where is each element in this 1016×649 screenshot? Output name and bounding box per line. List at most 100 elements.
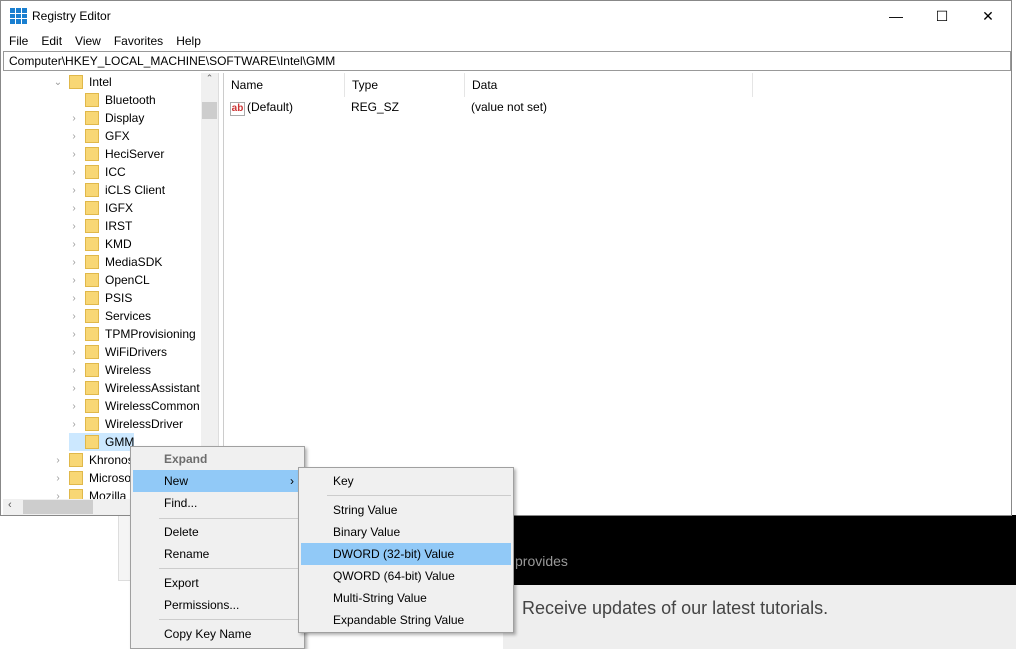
chevron-right-icon[interactable]: › <box>69 311 79 322</box>
scroll-thumb[interactable] <box>202 102 217 119</box>
tree-item[interactable]: › WirelessAssistant <box>69 379 200 397</box>
scroll-thumb[interactable] <box>23 500 93 514</box>
tree-item[interactable]: ⌄ Intel <box>53 73 112 91</box>
tree-item-label: iCLS Client <box>105 183 166 197</box>
chevron-right-icon[interactable]: › <box>69 347 79 358</box>
chevron-right-icon[interactable]: › <box>69 167 79 178</box>
chevron-right-icon[interactable]: › <box>69 113 79 124</box>
menu-help[interactable]: Help <box>176 34 201 48</box>
registry-icon <box>10 8 27 24</box>
menu-edit[interactable]: Edit <box>41 34 62 48</box>
folder-icon <box>85 435 99 449</box>
folder-icon <box>85 147 99 161</box>
tree-item[interactable]: › WirelessCommon <box>69 397 200 415</box>
chevron-right-icon[interactable]: › <box>69 365 79 376</box>
tree-item-label: Intel <box>89 75 112 89</box>
tree-item[interactable]: › Services <box>69 307 151 325</box>
tree-item[interactable]: › MediaSDK <box>69 253 162 271</box>
menu-item-rename[interactable]: Rename <box>131 543 209 565</box>
tree-item[interactable]: › iCLS Client <box>69 181 165 199</box>
tree-item[interactable]: Bluetooth <box>69 91 156 109</box>
folder-icon <box>85 219 99 233</box>
close-button[interactable]: ✕ <box>965 1 1011 31</box>
tree-item[interactable]: › WirelessDriver <box>69 415 183 433</box>
menu-item-find[interactable]: Find... <box>131 492 197 514</box>
tree-item[interactable]: › OpenCL <box>69 271 150 289</box>
column-header-name[interactable]: Name <box>224 73 345 97</box>
address-bar[interactable]: Computer\HKEY_LOCAL_MACHINE\SOFTWARE\Int… <box>3 51 1011 71</box>
menu-favorites[interactable]: Favorites <box>114 34 163 48</box>
tree-item[interactable]: › PSIS <box>69 289 132 307</box>
submenu-item-dword-value[interactable]: DWORD (32-bit) Value <box>301 543 511 565</box>
tree-item[interactable]: › TPMProvisioning <box>69 325 196 343</box>
folder-icon <box>85 129 99 143</box>
tree-item-label: Services <box>105 309 152 323</box>
tree-item[interactable]: › KMD <box>69 235 132 253</box>
submenu-item-qword-value[interactable]: QWORD (64-bit) Value <box>299 565 455 587</box>
chevron-right-icon[interactable]: › <box>69 131 79 142</box>
chevron-right-icon[interactable]: › <box>69 401 79 412</box>
minimize-button[interactable]: — <box>873 1 919 31</box>
submenu-item-binary-value[interactable]: Binary Value <box>299 521 400 543</box>
chevron-right-icon[interactable]: › <box>69 149 79 160</box>
chevron-right-icon[interactable]: › <box>69 257 79 268</box>
folder-icon <box>69 471 83 485</box>
chevron-right-icon[interactable]: › <box>53 473 63 484</box>
tree-item-label: IRST <box>105 219 133 233</box>
menu-bar: File Edit View Favorites Help <box>1 31 1011 50</box>
tree-item-label: KMD <box>105 237 132 251</box>
chevron-right-icon[interactable]: › <box>69 275 79 286</box>
menu-item-export[interactable]: Export <box>131 572 199 594</box>
tree-item-label: Display <box>105 111 145 125</box>
submenu-item-expandable-string-value[interactable]: Expandable String Value <box>299 609 464 631</box>
context-menu: Expand New › Find... Delete Rename Export… <box>130 446 305 649</box>
tree-item[interactable]: › Wireless <box>69 361 151 379</box>
chevron-right-icon[interactable]: › <box>69 185 79 196</box>
menu-item-new[interactable]: New › <box>133 470 302 492</box>
tree-item-label: GFX <box>105 129 130 143</box>
vertical-scrollbar[interactable]: ⌃ <box>201 73 218 499</box>
chevron-right-icon[interactable]: › <box>69 239 79 250</box>
tree-item[interactable]: › GFX <box>69 127 130 145</box>
chevron-right-icon[interactable]: › <box>69 221 79 232</box>
value-row-name[interactable]: ab (Default) <box>230 100 293 116</box>
menu-item-expand[interactable]: Expand <box>131 448 304 470</box>
menu-file[interactable]: File <box>9 34 28 48</box>
tree-item-label: HeciServer <box>105 147 165 161</box>
submenu-item-key[interactable]: Key <box>299 470 354 492</box>
tree-item[interactable]: › Display <box>69 109 144 127</box>
tree-item-label: WirelessAssistant <box>105 381 200 395</box>
chevron-down-icon[interactable]: ⌄ <box>53 77 63 88</box>
tree-item-label: PSIS <box>105 291 133 305</box>
tree-item[interactable]: › IGFX <box>69 199 133 217</box>
menu-item-copy-key-name[interactable]: Copy Key Name <box>131 623 251 645</box>
menu-item-permissions[interactable]: Permissions... <box>131 594 239 616</box>
chevron-right-icon[interactable]: › <box>53 455 63 466</box>
tree-item-label: Wireless <box>105 363 152 377</box>
folder-icon <box>85 93 99 107</box>
submenu-item-string-value[interactable]: String Value <box>299 499 397 521</box>
tree-item[interactable]: › IRST <box>69 217 132 235</box>
tree-item[interactable]: › HeciServer <box>69 145 164 163</box>
chevron-right-icon[interactable]: › <box>69 329 79 340</box>
tree-item[interactable]: › Microsoft <box>53 469 138 487</box>
column-header-type[interactable]: Type <box>345 73 465 97</box>
folder-icon <box>85 183 99 197</box>
tree-item[interactable]: › WiFiDrivers <box>69 343 167 361</box>
chevron-right-icon[interactable]: › <box>69 293 79 304</box>
chevron-right-icon[interactable]: › <box>69 383 79 394</box>
column-header-data[interactable]: Data <box>465 73 753 97</box>
scroll-left-icon[interactable]: ‹ <box>8 499 12 511</box>
tree-item-label: WiFiDrivers <box>105 345 167 359</box>
menu-view[interactable]: View <box>75 34 101 48</box>
tree-item[interactable]: GMM <box>69 433 135 451</box>
scroll-up-icon[interactable]: ⌃ <box>201 73 218 84</box>
chevron-right-icon[interactable]: › <box>69 419 79 430</box>
folder-icon <box>85 291 99 305</box>
maximize-button[interactable]: ☐ <box>919 1 965 31</box>
menu-item-delete[interactable]: Delete <box>131 521 199 543</box>
tree-item[interactable]: › ICC <box>69 163 126 181</box>
submenu-item-multi-string-value[interactable]: Multi-String Value <box>299 587 427 609</box>
tree-item[interactable]: › Khronos <box>53 451 134 469</box>
chevron-right-icon[interactable]: › <box>69 203 79 214</box>
